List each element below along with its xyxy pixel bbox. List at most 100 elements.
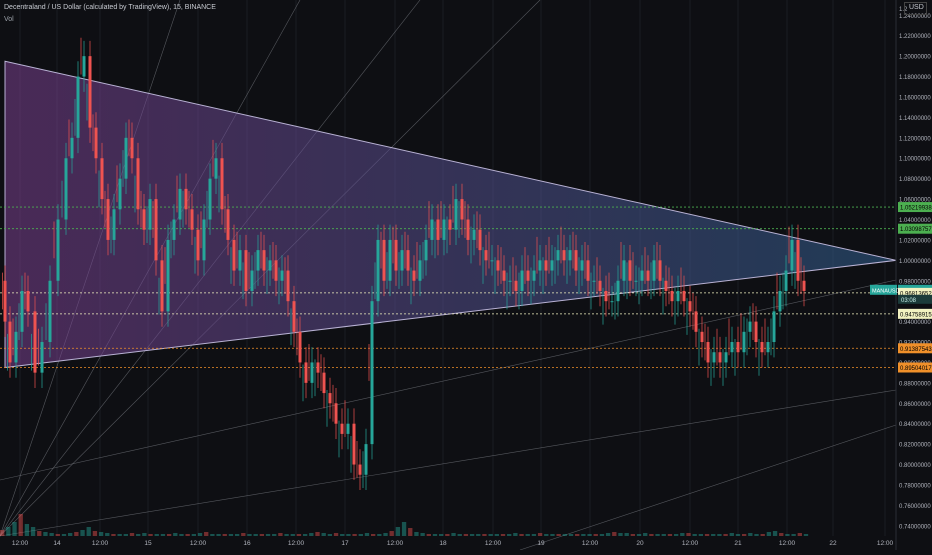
- y-axis-tick-label: 0.76000000: [899, 504, 931, 510]
- y-axis-tick-label: 0.94000000: [899, 320, 931, 326]
- candle-body: [682, 290, 686, 302]
- volume-bar: [148, 534, 153, 536]
- volume-bar: [735, 534, 741, 536]
- volume-bar: [754, 534, 759, 536]
- volume-bar: [197, 533, 203, 536]
- volume-bar: [364, 533, 370, 536]
- volume-bar: [370, 534, 376, 536]
- candle-body: [622, 260, 626, 281]
- volume-bar: [519, 534, 524, 536]
- candle-body: [376, 239, 380, 302]
- volume-bar: [741, 534, 747, 536]
- volume-bar: [500, 534, 506, 536]
- volume-bar: [469, 534, 475, 536]
- volume-bar: [673, 534, 679, 536]
- candle-body: [562, 250, 566, 261]
- volume-bar: [531, 534, 537, 536]
- y-axis-tick-label: 1.20000000: [899, 55, 931, 61]
- x-axis-tick-label: 20: [636, 540, 644, 547]
- chart-canvas[interactable]: 1.240000001.220000001.200000001.18000000…: [0, 0, 932, 551]
- x-axis-tick-label: 12:00: [92, 540, 109, 547]
- candle-body: [250, 270, 254, 291]
- volume-bar: [346, 534, 351, 536]
- candle-body: [142, 209, 146, 230]
- y-axis-tick-label: 1.18000000: [899, 75, 931, 81]
- volume-bar: [482, 534, 487, 536]
- candle-body: [88, 56, 92, 128]
- volume-bar: [451, 533, 456, 536]
- candle-body: [136, 158, 140, 210]
- candle-body: [340, 423, 344, 434]
- volume-bar: [18, 514, 23, 536]
- candle-body: [742, 331, 746, 353]
- candle-body: [502, 270, 506, 281]
- candle-body: [472, 229, 476, 240]
- candle-body: [20, 290, 24, 332]
- volume-bar: [340, 534, 345, 536]
- candle-body: [262, 250, 266, 271]
- volume-bar: [111, 534, 116, 536]
- y-axis-tick-label: 1.22000000: [899, 34, 931, 40]
- volume-bar: [624, 533, 629, 536]
- candle-body: [712, 352, 716, 363]
- chart-area[interactable]: 1.24000000 1.22000000 1.20000000 1.18000000…: [0, 0, 932, 551]
- volume-bar: [562, 534, 567, 536]
- volume-bar: [37, 531, 42, 536]
- volume-bar: [791, 534, 796, 536]
- volume-bar: [667, 534, 673, 536]
- candle-body: [238, 250, 242, 271]
- volume-bar: [779, 533, 784, 536]
- candle-body: [772, 311, 776, 343]
- x-axis-tick-label: 12:00: [190, 540, 207, 547]
- volume-bar: [649, 534, 654, 536]
- x-axis-tick-label: 21: [734, 540, 742, 547]
- volume-bar: [605, 533, 611, 536]
- candle-body: [460, 199, 464, 220]
- volume-bar: [191, 534, 197, 536]
- volume-bar: [680, 533, 685, 536]
- volume-bar: [105, 533, 110, 536]
- candle-body: [184, 188, 188, 210]
- candle-body: [634, 280, 638, 282]
- x-axis-tick-label: 12:00: [682, 540, 699, 547]
- candle-body: [214, 158, 218, 179]
- candle-body: [256, 250, 260, 271]
- volume-bar: [12, 522, 17, 536]
- candle-body: [208, 178, 212, 220]
- candle-body: [706, 342, 710, 363]
- volume-bar: [210, 534, 215, 536]
- x-axis-tick-label: 12:00: [387, 540, 404, 547]
- volume-bar: [704, 534, 710, 536]
- candle-body: [478, 229, 482, 251]
- candle-body: [700, 331, 704, 343]
- volume-bar: [204, 532, 209, 536]
- candle-body: [406, 250, 410, 271]
- candle-body: [112, 209, 116, 240]
- candle-body: [196, 229, 200, 261]
- volume-indicator-label[interactable]: Vol: [4, 16, 14, 23]
- volume-bar: [278, 533, 283, 536]
- candle-body: [652, 260, 656, 281]
- candle-body: [148, 199, 152, 230]
- volume-bar: [55, 534, 60, 536]
- y-axis-tick-label: 0.86000000: [899, 402, 931, 408]
- x-axis-tick-label: 19: [537, 540, 545, 547]
- candle-body: [436, 219, 440, 240]
- candle-body: [526, 270, 530, 281]
- volume-bar: [98, 532, 104, 536]
- currency-unit-label[interactable]: USD: [909, 4, 924, 11]
- candle-body: [730, 342, 734, 353]
- candle-body: [580, 260, 584, 271]
- y-axis-tick-label: 1.00000000: [899, 259, 931, 265]
- volume-bar: [49, 533, 54, 536]
- volume-bar: [24, 524, 30, 536]
- candle-body: [640, 270, 644, 281]
- volume-bar: [315, 532, 320, 536]
- volume-bar: [556, 534, 561, 536]
- volume-bar: [636, 534, 642, 536]
- volume-bar: [575, 534, 580, 536]
- candle-body: [520, 270, 524, 291]
- y-axis-tick-label: 1.08000000: [899, 177, 931, 183]
- price-label-text: 0.94758915: [900, 312, 932, 318]
- countdown-text: 03:08: [901, 298, 917, 304]
